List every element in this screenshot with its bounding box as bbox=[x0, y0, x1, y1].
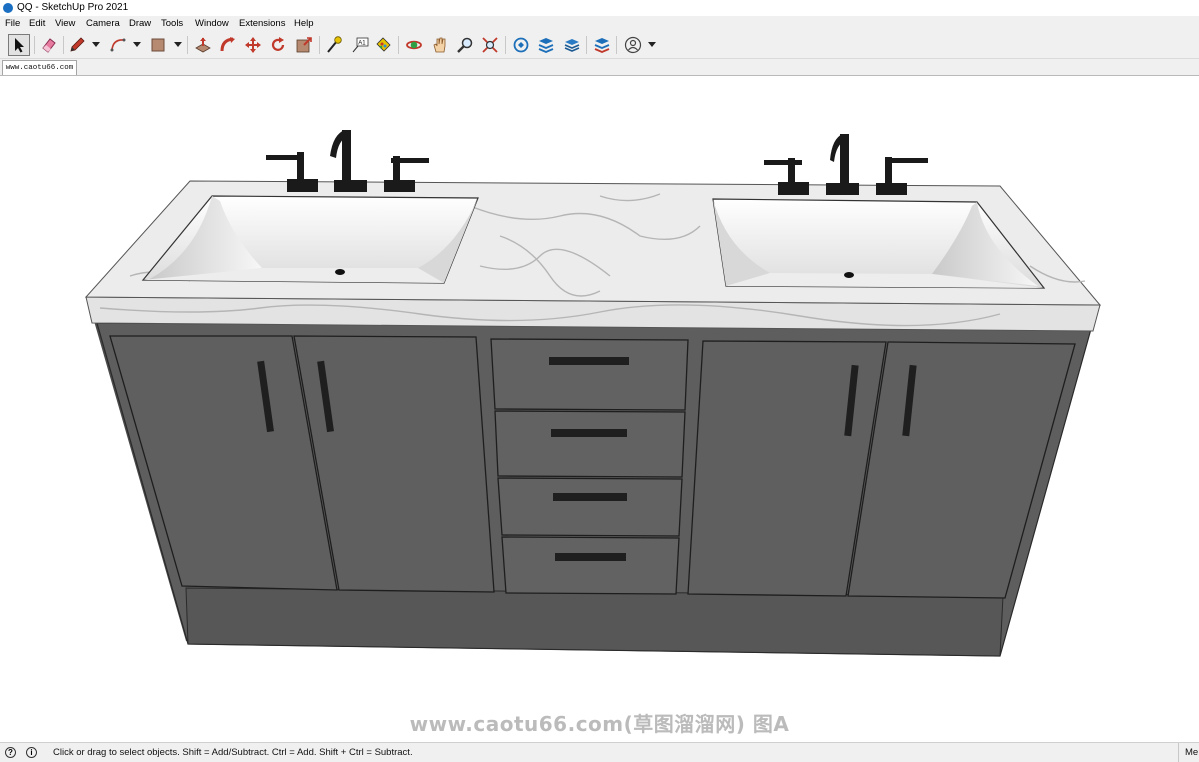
3d-warehouse-button[interactable] bbox=[510, 34, 532, 56]
text-icon: A1 bbox=[352, 37, 369, 53]
tape-measure-tool[interactable] bbox=[323, 34, 345, 56]
menu-draw[interactable]: Draw bbox=[129, 16, 151, 31]
rotate-icon bbox=[271, 37, 285, 51]
eraser-tool[interactable] bbox=[38, 34, 60, 56]
menu-extensions[interactable]: Extensions bbox=[239, 16, 285, 31]
sink-drain-left bbox=[335, 269, 345, 275]
window-title: QQ - SketchUp Pro 2021 bbox=[17, 2, 129, 13]
arc-icon bbox=[110, 38, 126, 52]
paint-bucket-tool[interactable] bbox=[372, 34, 394, 56]
rectangle-tool-dropdown[interactable] bbox=[174, 42, 182, 47]
zoom-extents-tool[interactable] bbox=[479, 34, 501, 56]
extension-warehouse-icon bbox=[538, 38, 554, 53]
scene-tabs: www.caotu66.com bbox=[0, 59, 1199, 75]
toolbar-separator bbox=[398, 36, 399, 54]
status-hint: Click or drag to select objects. Shift =… bbox=[53, 747, 413, 758]
sketchup-logo-icon bbox=[3, 3, 13, 13]
menu-tools[interactable]: Tools bbox=[161, 16, 183, 31]
svg-text:A1: A1 bbox=[358, 41, 366, 47]
move-icon bbox=[245, 37, 261, 53]
info-icon[interactable]: i bbox=[26, 747, 37, 758]
pencil-icon bbox=[70, 37, 85, 52]
menu-window[interactable]: Window bbox=[195, 16, 229, 31]
rectangle-tool[interactable] bbox=[147, 34, 169, 56]
drawer-pull bbox=[551, 429, 627, 437]
push-pull-icon bbox=[195, 37, 211, 53]
tape-measure-icon bbox=[327, 36, 342, 53]
text-tool[interactable]: A1 bbox=[349, 34, 371, 56]
menu-file[interactable]: File bbox=[5, 16, 20, 31]
geo-location-icon[interactable]: ? bbox=[5, 747, 16, 758]
toolbar-separator bbox=[586, 36, 587, 54]
toolbar-separator bbox=[616, 36, 617, 54]
orbit-tool[interactable] bbox=[403, 34, 425, 56]
move-tool[interactable] bbox=[242, 34, 264, 56]
drawer-2 bbox=[494, 410, 686, 478]
zoom-tool[interactable] bbox=[454, 34, 476, 56]
drawer-1 bbox=[490, 338, 689, 411]
layout-button[interactable] bbox=[561, 34, 583, 56]
follow-me-tool[interactable] bbox=[217, 34, 239, 56]
sink-drain-right bbox=[844, 272, 854, 278]
line-tool-dropdown[interactable] bbox=[92, 42, 100, 47]
arc-tool[interactable] bbox=[107, 34, 129, 56]
measurements-box[interactable]: Me bbox=[1178, 743, 1198, 762]
toolbar-separator bbox=[187, 36, 188, 54]
magnifier-icon bbox=[457, 37, 473, 53]
account-button[interactable] bbox=[622, 34, 644, 56]
toolbar-separator bbox=[63, 36, 64, 54]
scale-tool[interactable] bbox=[293, 34, 315, 56]
drawer-pull bbox=[549, 357, 629, 365]
faucet-right bbox=[764, 134, 928, 195]
extension-manager-icon bbox=[594, 38, 610, 53]
main-toolbar: A1 bbox=[0, 31, 1199, 59]
menu-help[interactable]: Help bbox=[294, 16, 314, 31]
scene-tab[interactable]: www.caotu66.com bbox=[2, 60, 77, 75]
drawer-4 bbox=[501, 536, 680, 595]
scale-icon bbox=[296, 37, 312, 53]
warehouse-icon bbox=[513, 37, 529, 53]
drawer-3 bbox=[497, 477, 683, 537]
arrow-cursor-icon bbox=[15, 38, 24, 53]
eraser-icon bbox=[42, 38, 56, 53]
menu-view[interactable]: View bbox=[55, 16, 75, 31]
toolbar-separator bbox=[505, 36, 506, 54]
menu-bar: File Edit View Camera Draw Tools Window … bbox=[0, 16, 1199, 31]
faucet-left bbox=[266, 130, 429, 192]
drawer-pull bbox=[553, 493, 627, 501]
zoom-extents-icon bbox=[482, 37, 498, 53]
account-dropdown[interactable] bbox=[648, 42, 656, 47]
watermark: www.caotu66.com(草图溜溜网) 图A bbox=[409, 712, 790, 736]
toolbar-separator bbox=[319, 36, 320, 54]
rectangle-icon bbox=[151, 38, 165, 52]
menu-edit[interactable]: Edit bbox=[29, 16, 45, 31]
drawing-area[interactable]: www.caotu66.com(草图溜溜网) 图A bbox=[0, 75, 1199, 742]
pan-tool[interactable] bbox=[429, 34, 451, 56]
arc-tool-dropdown[interactable] bbox=[133, 42, 141, 47]
vanity-model bbox=[84, 130, 1102, 657]
toolbar-separator bbox=[34, 36, 35, 54]
user-account-icon bbox=[624, 36, 642, 54]
title-bar: QQ - SketchUp Pro 2021 bbox=[0, 0, 1199, 16]
hand-icon bbox=[433, 37, 446, 53]
rotate-tool[interactable] bbox=[267, 34, 289, 56]
follow-me-icon bbox=[220, 37, 235, 52]
select-tool[interactable] bbox=[8, 34, 30, 56]
status-bar: ? i Click or drag to select objects. Shi… bbox=[0, 742, 1199, 762]
push-pull-tool[interactable] bbox=[192, 34, 214, 56]
paint-bucket-icon bbox=[376, 37, 391, 52]
layout-icon bbox=[564, 39, 580, 52]
drawer-pull bbox=[555, 553, 626, 561]
extension-manager-button[interactable] bbox=[591, 34, 613, 56]
menu-camera[interactable]: Camera bbox=[86, 16, 120, 31]
cabinet-kick bbox=[185, 587, 1004, 657]
line-tool[interactable] bbox=[66, 34, 88, 56]
extension-warehouse-button[interactable] bbox=[535, 34, 557, 56]
orbit-icon bbox=[406, 40, 422, 50]
